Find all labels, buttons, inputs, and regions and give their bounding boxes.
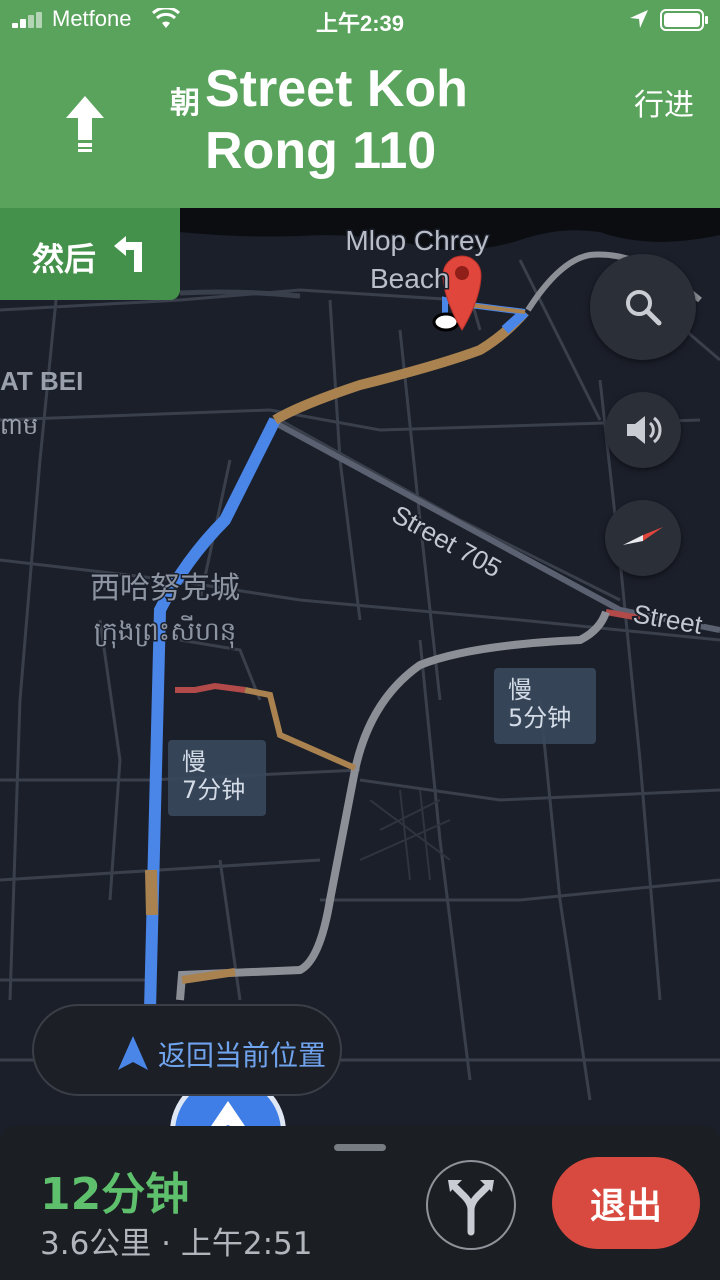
direction-banner[interactable]: 朝 Street Koh Rong 110 行进	[0, 40, 720, 208]
map-label-area-left: AT BEI	[0, 366, 83, 396]
traffic-status: 慢	[508, 676, 532, 704]
exit-navigation-button[interactable]: 退出	[552, 1157, 700, 1249]
speaker-icon	[627, 416, 662, 444]
battery-icon	[660, 9, 708, 31]
traffic-callout: 慢 7分钟	[168, 740, 266, 816]
then-label: 然后	[32, 240, 97, 278]
straight-arrow-icon	[66, 96, 104, 152]
fork-routes-icon	[448, 1180, 494, 1236]
traffic-status: 慢	[182, 748, 206, 776]
map-label-area-left-khmer: ពាម	[0, 412, 38, 440]
signal-strength-icon	[12, 12, 44, 28]
location-services-icon	[630, 10, 648, 28]
navigation-arrow-icon	[118, 1036, 148, 1070]
next-turn-panel[interactable]: 然后	[0, 208, 180, 300]
street-name: Street Koh Rong 110	[205, 60, 468, 180]
eta-duration: 12分钟	[40, 1169, 190, 1220]
map-label-beach-2: Beach	[370, 263, 449, 294]
carrier-name: Metfone	[52, 6, 132, 31]
search-icon	[626, 290, 662, 326]
drag-handle[interactable]	[334, 1144, 386, 1151]
toward-prefix: 朝	[170, 86, 200, 121]
turn-left-icon	[114, 236, 142, 272]
traffic-callout: 慢 5分钟	[494, 668, 596, 744]
traffic-delay: 5分钟	[508, 704, 572, 732]
map-label-city-khmer: ក្រុងព្រះសីហនុ	[94, 615, 236, 649]
compass-icon	[623, 527, 663, 545]
wifi-icon	[152, 8, 180, 28]
search-button[interactable]	[590, 254, 696, 360]
map-label-beach: Mlop Chrey	[345, 225, 488, 256]
traffic-delay: 7分钟	[182, 776, 246, 804]
recenter-button[interactable]: 返回当前位置	[32, 1004, 342, 1096]
alternate-routes-button[interactable]	[426, 1160, 516, 1250]
trip-details: 3.6公里 · 上午2:51	[40, 1226, 313, 1262]
status-bar: Metfone 上午2:39	[0, 0, 720, 40]
compass-button[interactable]	[605, 500, 681, 576]
overview-button[interactable]: 行进	[634, 80, 694, 124]
recenter-label: 返回当前位置	[158, 1039, 327, 1072]
map-label-city: 西哈努克城	[90, 571, 240, 606]
sound-button[interactable]	[605, 392, 681, 468]
